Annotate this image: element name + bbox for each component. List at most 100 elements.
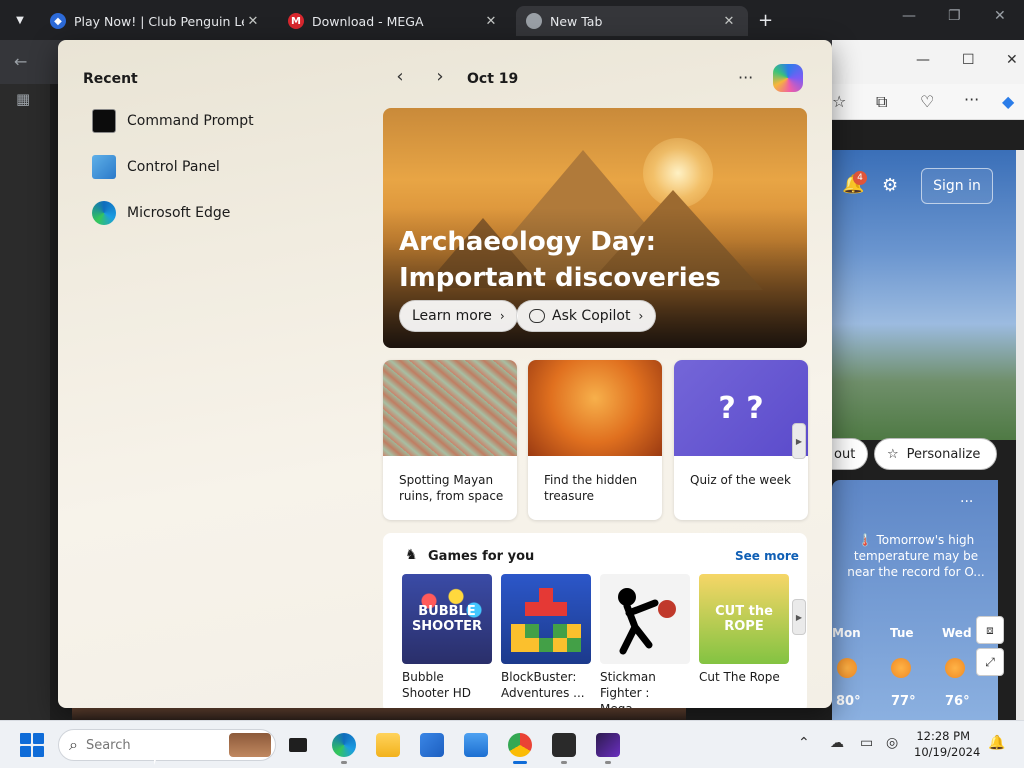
weather-day: Wed bbox=[942, 626, 972, 640]
recent-item-command-prompt[interactable]: Command Prompt bbox=[92, 106, 254, 136]
minimize-button[interactable]: — bbox=[902, 8, 916, 24]
weather-temp: 77° bbox=[891, 694, 916, 709]
penguin-favicon-icon: ◆ bbox=[50, 13, 66, 29]
search-highlight-icon bbox=[229, 733, 271, 757]
collections-icon[interactable]: ⧉ bbox=[876, 92, 887, 112]
widgets-flyout: Recent Command Prompt Control Panel Micr… bbox=[58, 40, 832, 708]
cards-scroll-right-button[interactable]: ▶ bbox=[792, 423, 806, 459]
windows-logo-tile bbox=[33, 746, 44, 757]
close-tab-icon[interactable]: ✕ bbox=[720, 14, 738, 29]
tab-search-button[interactable]: ▼ bbox=[8, 8, 32, 32]
taskbar-file-explorer[interactable] bbox=[372, 729, 404, 761]
search-icon: ⌕ bbox=[69, 735, 78, 754]
new-tab-button[interactable]: + bbox=[758, 10, 773, 31]
recent-item-control-panel[interactable]: Control Panel bbox=[92, 152, 220, 182]
chrome-icon bbox=[508, 733, 532, 757]
recent-item-microsoft-edge[interactable]: Microsoft Edge bbox=[92, 198, 230, 228]
ask-copilot-button[interactable]: Ask Copilot › bbox=[516, 300, 657, 332]
games-scroll-right-button[interactable]: ▶ bbox=[792, 599, 806, 635]
game-cut-the-rope[interactable]: CUT the ROPE Cut The Rope bbox=[699, 574, 789, 685]
expand-icon[interactable]: ⤢ bbox=[976, 648, 1004, 676]
mouse-cursor-icon bbox=[154, 747, 161, 765]
card-thumbnail bbox=[383, 360, 517, 456]
see-more-link[interactable]: See more bbox=[735, 549, 799, 563]
game-name: Stickman Fighter : Mega... bbox=[600, 670, 656, 708]
start-button[interactable] bbox=[20, 733, 44, 757]
sunny-icon bbox=[891, 658, 911, 678]
taskbar-edge[interactable] bbox=[328, 729, 360, 764]
display-icon[interactable]: ▭ bbox=[860, 735, 873, 751]
settings-gear-icon[interactable]: ⚙ bbox=[882, 175, 898, 196]
recent-item-label: Control Panel bbox=[127, 159, 220, 175]
previous-day-button[interactable]: ‹ bbox=[388, 66, 412, 87]
chrome-favicon-icon bbox=[526, 13, 542, 29]
apps-grid-icon[interactable]: ▦ bbox=[16, 90, 30, 108]
terminal-icon bbox=[552, 733, 576, 757]
tab-title: Download - MEGA bbox=[312, 13, 424, 29]
edge-scrollbar[interactable] bbox=[1016, 150, 1024, 720]
tab-club-penguin[interactable]: ◆ Play Now! | Club Penguin Legac ✕ bbox=[40, 6, 272, 36]
back-arrow-icon[interactable]: ← bbox=[14, 52, 27, 71]
copilot-sidebar-icon[interactable]: ◆ bbox=[1002, 92, 1014, 111]
maximize-button[interactable]: ❐ bbox=[948, 8, 961, 24]
tab-new-tab[interactable]: New Tab ✕ bbox=[516, 6, 748, 36]
weather-day: Tue bbox=[890, 626, 914, 640]
notification-count-badge: 4 bbox=[853, 171, 867, 185]
date-label: Oct 19 bbox=[467, 71, 519, 87]
pin-icon[interactable]: ⧈ bbox=[976, 616, 1004, 644]
mail-icon bbox=[464, 733, 488, 757]
close-window-button[interactable]: ✕ bbox=[994, 8, 1006, 24]
browser-left-strip: ▦ bbox=[0, 84, 50, 724]
game-blockbuster[interactable]: BlockBuster: Adventures ... bbox=[501, 574, 591, 701]
learn-more-button[interactable]: Learn more › bbox=[399, 300, 518, 332]
next-day-button[interactable]: › bbox=[428, 66, 452, 87]
card-hidden-treasure[interactable]: Find the hidden treasure bbox=[528, 360, 662, 520]
edge-icon bbox=[92, 201, 116, 225]
browser-essentials-icon[interactable]: ♡ bbox=[920, 92, 934, 111]
game-art bbox=[600, 574, 690, 664]
game-art: CUT the ROPE bbox=[699, 574, 789, 664]
card-caption: Find the hidden treasure bbox=[544, 473, 638, 503]
clock[interactable]: 12:28 PM 10/19/2024 bbox=[914, 728, 980, 760]
taskbar-app-purple[interactable] bbox=[592, 729, 624, 764]
clock-time: 12:28 PM bbox=[916, 729, 970, 743]
more-options-icon[interactable]: ··· bbox=[738, 68, 753, 87]
taskbar-terminal[interactable] bbox=[548, 729, 580, 764]
taskbar-search-box[interactable]: ⌕ bbox=[58, 729, 276, 761]
show-hidden-icons-chevron-icon[interactable]: ⌃ bbox=[798, 735, 810, 751]
taskbar-mail[interactable] bbox=[460, 729, 492, 761]
game-bubble-shooter[interactable]: BUBBLE SHOOTER Bubble Shooter HD bbox=[402, 574, 492, 701]
edge-close-button[interactable]: ✕ bbox=[1006, 52, 1018, 68]
network-icon[interactable]: ◎ bbox=[886, 735, 898, 751]
edge-minimize-button[interactable]: — bbox=[916, 52, 930, 68]
weather-headline[interactable]: 🌡️ Tomorrow's high temperature may be ne… bbox=[846, 532, 986, 580]
personalize-star-icon: ☆ bbox=[887, 446, 899, 462]
settings-more-icon[interactable]: ··· bbox=[964, 90, 979, 109]
notification-bell-icon[interactable]: 🔔 bbox=[988, 735, 1005, 751]
taskbar-chrome[interactable] bbox=[504, 729, 536, 764]
game-art bbox=[501, 574, 591, 664]
hero-card[interactable]: Archaeology Day: Important discoveries L… bbox=[383, 108, 807, 348]
close-tab-icon[interactable]: ✕ bbox=[244, 14, 262, 29]
onedrive-icon[interactable]: ☁ bbox=[830, 735, 844, 751]
tab-mega[interactable]: M Download - MEGA ✕ bbox=[278, 6, 510, 36]
taskbar-store[interactable] bbox=[416, 729, 448, 761]
personalize-label: Personalize bbox=[906, 446, 981, 462]
chess-knight-icon: ♞ bbox=[405, 547, 418, 563]
game-stickman-fighter[interactable]: Stickman Fighter : Mega... bbox=[600, 574, 690, 708]
personalize-button[interactable]: ☆ Personalize bbox=[874, 438, 997, 470]
recent-heading: Recent bbox=[83, 71, 138, 87]
copilot-icon[interactable] bbox=[773, 64, 803, 92]
task-view-button[interactable] bbox=[282, 729, 314, 761]
weather-card[interactable]: ··· 🌡️ Tomorrow's high temperature may b… bbox=[832, 480, 998, 720]
sign-in-button[interactable]: Sign in bbox=[921, 168, 993, 204]
search-input[interactable] bbox=[85, 737, 206, 753]
hero-title[interactable]: Archaeology Day: Important discoveries bbox=[399, 224, 799, 296]
sunny-icon bbox=[837, 658, 857, 678]
weather-more-icon[interactable]: ··· bbox=[960, 494, 973, 510]
edge-maximize-button[interactable]: ☐ bbox=[962, 52, 975, 68]
card-quiz-of-the-week[interactable]: ? ? Quiz of the week bbox=[674, 360, 808, 520]
card-mayan-ruins[interactable]: Spotting Mayan ruins, from space bbox=[383, 360, 517, 520]
close-tab-icon[interactable]: ✕ bbox=[482, 14, 500, 29]
favorites-star-icon[interactable]: ☆ bbox=[832, 92, 846, 111]
